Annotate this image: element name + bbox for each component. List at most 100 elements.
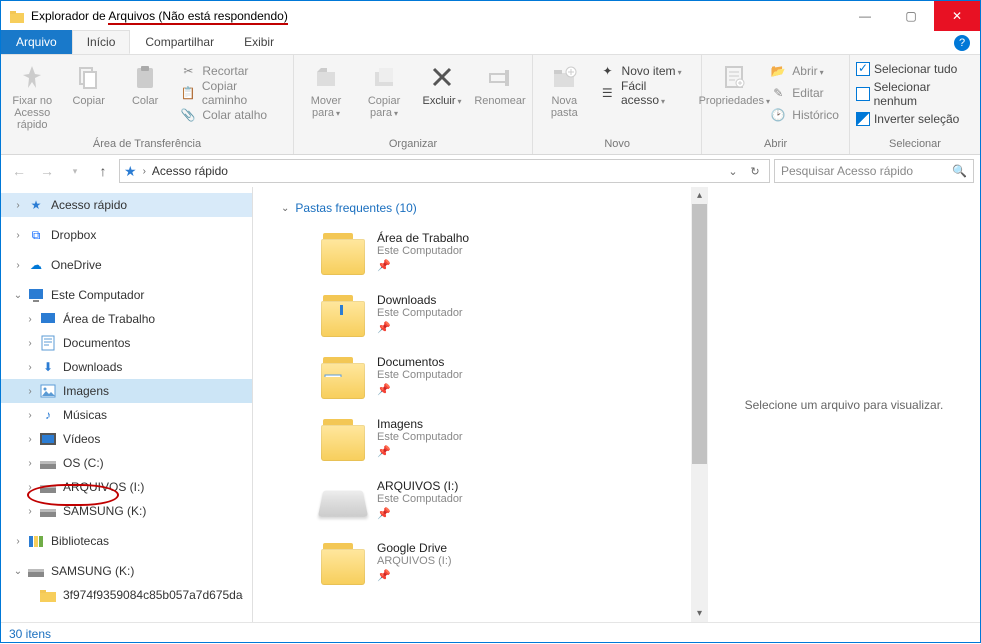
nav-arquivos-label: ARQUIVOS (I:) <box>63 480 144 494</box>
new-folder-button[interactable]: Nova pasta <box>539 57 590 119</box>
help-button[interactable]: ? <box>954 35 970 51</box>
nav-documents[interactable]: ›Documentos <box>1 331 252 355</box>
refresh-button[interactable]: ↻ <box>745 161 765 181</box>
nav-onedrive[interactable]: ›☁OneDrive <box>1 253 252 277</box>
nav-recent-button[interactable]: ▾ <box>63 159 87 183</box>
pin-to-quick-access-button[interactable]: Fixar no Acesso rápido <box>7 57 57 131</box>
drive-icon <box>39 478 57 496</box>
address-dropdown-button[interactable]: ⌄ <box>723 161 743 181</box>
copy-button[interactable]: Copiar <box>63 57 113 107</box>
pin-icon <box>16 61 48 93</box>
select-none-label: Selecionar nenhum <box>874 80 974 108</box>
scroll-thumb[interactable] <box>692 204 707 464</box>
list-item[interactable]: DocumentosEste Computador📌 <box>271 349 691 411</box>
scroll-down-icon[interactable]: ▾ <box>691 605 708 622</box>
invert-selection-button[interactable]: Inverter seleção <box>856 111 974 127</box>
tab-file[interactable]: Arquivo <box>1 30 72 54</box>
list-item[interactable]: DownloadsEste Computador📌 <box>271 287 691 349</box>
downloads-icon: ⬇ <box>39 358 57 376</box>
move-to-button[interactable]: Mover para <box>300 57 352 120</box>
tab-home[interactable]: Início <box>72 30 131 54</box>
nav-back-button[interactable]: ← <box>7 159 31 183</box>
app-icon <box>9 8 25 24</box>
open-button[interactable]: 📂Abrir <box>766 61 843 81</box>
properties-label: Propriedades <box>699 95 770 108</box>
nav-drive-k[interactable]: ›SAMSUNG (K:) <box>1 499 252 523</box>
list-item[interactable]: Google DriveARQUIVOS (I:)📌 <box>271 535 691 597</box>
easy-access-button[interactable]: ☰Fácil acesso <box>596 83 696 103</box>
search-input[interactable]: Pesquisar Acesso rápido 🔍 <box>774 159 974 183</box>
search-icon: 🔍 <box>952 164 967 178</box>
ribbon-group-clipboard: Fixar no Acesso rápido Copiar Colar ✂Rec… <box>1 55 294 154</box>
paste-shortcut-button[interactable]: 📎Colar atalho <box>176 105 287 125</box>
copy-path-button[interactable]: 📋Copiar caminho <box>176 83 287 103</box>
preview-message: Selecione um arquivo para visualizar. <box>745 398 944 412</box>
nav-libraries[interactable]: ›Bibliotecas <box>1 529 252 553</box>
copy-to-button[interactable]: Copiar para <box>358 57 410 120</box>
select-all-label: Selecionar tudo <box>874 62 957 76</box>
item-location: ARQUIVOS (I:) <box>377 555 452 567</box>
select-all-icon <box>856 62 870 76</box>
documents-icon <box>39 334 57 352</box>
list-item[interactable]: ARQUIVOS (I:)Este Computador📌 <box>271 473 691 535</box>
nav-samsung-root[interactable]: ⌄SAMSUNG (K:) <box>1 559 252 583</box>
edit-button[interactable]: ✎Editar <box>766 83 843 103</box>
minimize-button[interactable]: — <box>842 1 888 31</box>
select-all-button[interactable]: Selecionar tudo <box>856 61 974 77</box>
rename-icon <box>484 61 516 93</box>
paste-icon <box>129 61 161 93</box>
nav-desktop-label: Área de Trabalho <box>63 312 155 326</box>
properties-button[interactable]: Propriedades <box>708 57 760 108</box>
paste-button[interactable]: Colar <box>120 57 170 107</box>
address-input[interactable]: ★ › Acesso rápido ⌄ ↻ <box>119 159 770 183</box>
nav-downloads-label: Downloads <box>63 360 122 374</box>
nav-up-button[interactable]: ↑ <box>91 159 115 183</box>
nav-music[interactable]: ›♪Músicas <box>1 403 252 427</box>
nav-drive-c[interactable]: ›OS (C:) <box>1 451 252 475</box>
nav-forward-button[interactable]: → <box>35 159 59 183</box>
nav-this-pc[interactable]: ⌄Este Computador <box>1 283 252 307</box>
open-label: Abrir <box>792 64 823 78</box>
maximize-button[interactable]: ▢ <box>888 1 934 31</box>
pin-icon: 📌 <box>377 259 469 272</box>
close-button[interactable]: ✕ <box>934 1 980 31</box>
nav-pictures[interactable]: ›Imagens <box>1 379 252 403</box>
list-item[interactable]: Área de TrabalhoEste Computador📌 <box>271 225 691 287</box>
nav-desktop[interactable]: ›Área de Trabalho <box>1 307 252 331</box>
frequent-folders-header[interactable]: ⌄ Pastas frequentes (10) <box>271 195 691 225</box>
tab-share[interactable]: Compartilhar <box>130 30 229 54</box>
rename-button[interactable]: Renomear <box>474 57 526 107</box>
pin-icon: 📌 <box>377 445 463 458</box>
cut-button[interactable]: ✂Recortar <box>176 61 287 81</box>
new-folder-icon <box>548 61 580 93</box>
nav-videos[interactable]: ›Vídeos <box>1 427 252 451</box>
address-bar: ← → ▾ ↑ ★ › Acesso rápido ⌄ ↻ Pesquisar … <box>1 155 980 187</box>
nav-dropbox[interactable]: ›⧉Dropbox <box>1 223 252 247</box>
item-location: Este Computador <box>377 245 469 257</box>
nav-long-folder[interactable]: 3f974f9359084c85b057a7d675da472f <box>1 583 252 607</box>
delete-button[interactable]: Excluir <box>416 57 468 108</box>
pin-icon: 📌 <box>377 383 463 396</box>
select-none-button[interactable]: Selecionar nenhum <box>856 79 974 109</box>
nav-pictures-label: Imagens <box>63 384 109 398</box>
videos-icon <box>39 430 57 448</box>
list-scrollbar[interactable]: ▴ ▾ <box>691 187 708 622</box>
scroll-up-icon[interactable]: ▴ <box>691 187 708 204</box>
dropbox-icon: ⧉ <box>27 226 45 244</box>
nav-quick-access[interactable]: ›★Acesso rápido <box>1 193 252 217</box>
item-location: Este Computador <box>377 431 463 443</box>
list-item[interactable]: ImagensEste Computador 📌 <box>271 411 691 473</box>
new-group-label: Novo <box>539 136 695 154</box>
copy-to-icon <box>368 61 400 93</box>
nav-downloads[interactable]: ›⬇Downloads <box>1 355 252 379</box>
item-name: Downloads <box>377 293 463 307</box>
pictures-icon <box>39 382 57 400</box>
nav-drive-i[interactable]: ›ARQUIVOS (I:) <box>1 475 252 499</box>
history-button[interactable]: 🕑Histórico <box>766 105 843 125</box>
new-item-button[interactable]: ✦Novo item <box>596 61 696 81</box>
copy-to-label: Copiar para <box>358 95 410 120</box>
item-name: Imagens <box>377 417 463 431</box>
breadcrumb[interactable]: Acesso rápido <box>152 164 228 178</box>
desktop-icon <box>39 310 57 328</box>
tab-view[interactable]: Exibir <box>229 30 289 54</box>
